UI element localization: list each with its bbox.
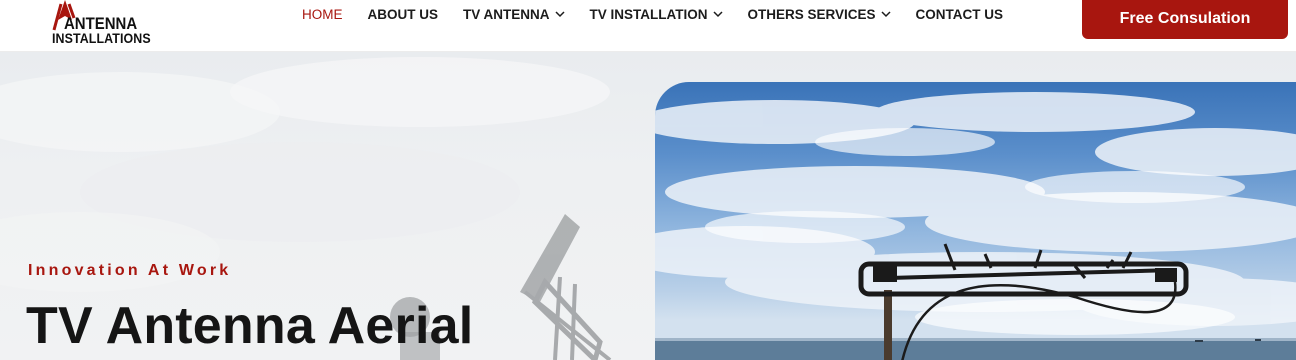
nav-item-label: ABOUT US <box>367 6 439 22</box>
nav-item-tv-installation[interactable]: TV INSTALLATION <box>590 7 723 22</box>
antenna-photo-image <box>655 92 1296 360</box>
main-nav: HOME ABOUT US TV ANTENNA TV INSTALLATION… <box>302 0 1028 28</box>
nav-item-label: TV ANTENNA <box>463 6 550 22</box>
chevron-down-icon <box>881 11 891 18</box>
hero-eyebrow: Innovation At Work <box>28 262 232 279</box>
nav-item-home[interactable]: HOME <box>302 7 343 22</box>
site-header: ANTENNA INSTALLATIONS HOME ABOUT US TV A… <box>0 0 1296 52</box>
nav-item-about-us[interactable]: ABOUT US <box>368 7 439 22</box>
nav-item-others-services[interactable]: OTHERS SERVICES <box>748 7 891 22</box>
nav-item-label: OTHERS SERVICES <box>747 6 876 22</box>
chevron-down-icon <box>554 11 565 18</box>
hero-section: Innovation At Work TV Antenna Aerial <box>0 52 1296 360</box>
nav-item-label: HOME <box>302 6 343 22</box>
hero-photo-antenna <box>655 82 1296 360</box>
nav-item-label: TV INSTALLATION <box>589 6 708 22</box>
chevron-down-icon <box>712 11 723 18</box>
free-consultation-button[interactable]: Free Consulation <box>1082 0 1288 39</box>
hero-title: TV Antenna Aerial <box>26 297 474 355</box>
nav-item-contact-us[interactable]: CONTACT US <box>916 7 1004 22</box>
nav-item-tv-antenna[interactable]: TV ANTENNA <box>463 7 565 22</box>
nav-item-label: CONTACT US <box>915 6 1004 22</box>
logo-line2: INSTALLATIONS <box>52 31 151 46</box>
logo[interactable]: ANTENNA INSTALLATIONS <box>50 0 160 50</box>
